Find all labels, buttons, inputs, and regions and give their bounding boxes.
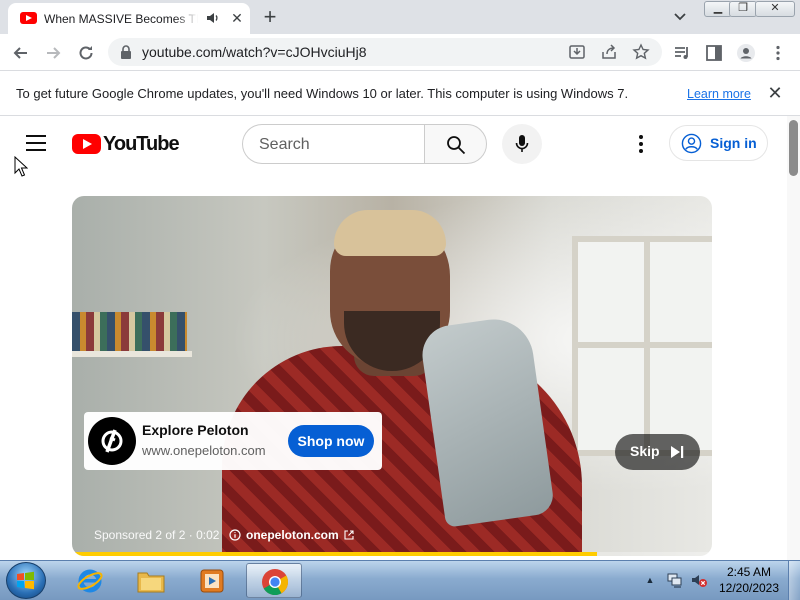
update-infobar: To get future Google Chrome updates, you… (0, 71, 800, 116)
search-placeholder: Search (259, 136, 310, 153)
skip-ad-button[interactable]: Skip (615, 434, 700, 470)
ad-progress-bar[interactable] (72, 552, 712, 556)
ad-time: 0:02 (196, 528, 220, 542)
window-close-button[interactable]: ✕ (755, 1, 795, 17)
start-button[interactable] (6, 562, 46, 599)
internet-explorer-icon (77, 569, 103, 593)
shop-now-button[interactable]: Shop now (288, 425, 374, 457)
search-input[interactable]: Search (242, 124, 424, 164)
tab-strip: When MASSIVE Becomes TINY ✕ + ▁ ❐ ✕ (0, 0, 800, 34)
share-icon[interactable] (600, 43, 618, 61)
media-controls-icon[interactable] (672, 43, 692, 63)
sign-in-label: Sign in (710, 135, 757, 151)
video-scene-window (572, 236, 712, 456)
system-clock[interactable]: 2:45 AM 12/20/2023 (716, 564, 782, 596)
learn-more-link[interactable]: Learn more (687, 86, 751, 103)
install-app-icon[interactable] (568, 43, 586, 61)
ad-title: Explore Peloton (142, 422, 249, 438)
search-button[interactable] (424, 124, 487, 164)
mouse-pointer-icon (14, 156, 28, 177)
youtube-favicon-icon (20, 12, 37, 24)
window-minimize-button[interactable]: ▁ (704, 1, 732, 17)
skip-label: Skip (630, 443, 660, 459)
info-icon[interactable] (229, 529, 241, 541)
search-icon (447, 136, 466, 155)
youtube-page: YouTube Search Sign in Explore Peloton w… (0, 116, 787, 560)
tab-search-chevron-icon[interactable] (672, 8, 688, 24)
bookmark-star-icon[interactable] (632, 43, 650, 61)
ad-separator: · (185, 528, 197, 542)
scrollbar-thumb[interactable] (789, 120, 798, 176)
network-icon[interactable] (666, 572, 684, 588)
show-desktop-button[interactable] (788, 561, 800, 600)
back-arrow-icon[interactable] (11, 43, 31, 63)
audio-playing-icon[interactable] (206, 11, 220, 25)
settings-more-icon[interactable] (630, 132, 652, 156)
infobar-close-icon[interactable]: ✕ (766, 83, 784, 103)
ad-domain: www.onepeloton.com (142, 443, 266, 458)
microphone-icon (515, 135, 529, 152)
clock-time: 2:45 AM (726, 565, 772, 579)
skip-next-icon (671, 446, 684, 458)
url-text: youtube.com/watch?v=cJOHvciuHj8 (142, 44, 367, 60)
guide-menu-icon[interactable] (26, 135, 46, 151)
profile-avatar-icon[interactable] (736, 43, 756, 63)
ad-progress-fill (72, 552, 597, 556)
new-tab-icon[interactable]: + (260, 6, 280, 28)
ad-overlay-card[interactable]: Explore Peloton www.onepeloton.com Shop … (84, 412, 382, 470)
windows-taskbar: ▲ 2:45 AM 12/20/2023 (0, 560, 800, 600)
taskbar-chrome[interactable] (246, 563, 302, 598)
video-player[interactable]: Explore Peloton www.onepeloton.com Shop … (72, 196, 712, 556)
taskbar-internet-explorer[interactable] (62, 563, 118, 598)
youtube-logo[interactable]: YouTube (72, 133, 180, 155)
video-scene-hair (334, 210, 446, 256)
volume-muted-icon[interactable] (690, 572, 708, 588)
file-explorer-icon (137, 572, 165, 593)
media-player-icon (200, 569, 224, 593)
window-restore-button[interactable]: ❐ (729, 1, 757, 17)
side-panel-icon[interactable] (704, 43, 724, 63)
sign-in-button[interactable]: Sign in (669, 125, 768, 161)
tab-close-icon[interactable]: ✕ (230, 11, 244, 25)
ad-url-link[interactable]: onepeloton.com (246, 527, 354, 543)
infobar-message: To get future Google Chrome updates, you… (16, 86, 629, 101)
screen: When MASSIVE Becomes TINY ✕ + ▁ ❐ ✕ (0, 0, 800, 600)
taskbar-file-explorer[interactable] (123, 563, 179, 598)
video-scene-books (72, 312, 187, 352)
windows-logo-icon (17, 571, 34, 590)
page-scrollbar[interactable] (787, 116, 800, 560)
reload-icon[interactable] (76, 43, 96, 63)
account-circle-icon (681, 133, 702, 154)
chrome-icon (262, 569, 289, 596)
voice-search-button[interactable] (502, 124, 542, 164)
external-link-icon (344, 530, 354, 540)
browser-tab[interactable]: When MASSIVE Becomes TINY ✕ (8, 3, 250, 34)
peloton-logo-icon (88, 417, 136, 465)
clock-date: 12/20/2023 (718, 581, 780, 595)
show-hidden-icons-icon[interactable]: ▲ (644, 574, 656, 586)
chrome-menu-icon[interactable] (768, 43, 788, 63)
browser-toolbar: youtube.com/watch?v=cJOHvciuHj8 (0, 34, 800, 71)
address-bar[interactable]: youtube.com/watch?v=cJOHvciuHj8 (108, 38, 662, 66)
ad-sponsored-info: Sponsored 2 of 2 · 0:02 (94, 527, 241, 543)
taskbar-media-player[interactable] (184, 563, 240, 598)
youtube-play-logo-icon (72, 134, 101, 154)
youtube-wordmark: YouTube (103, 133, 180, 155)
ad-url-text: onepeloton.com (246, 528, 339, 542)
ad-sponsored-label: Sponsored 2 of 2 (94, 528, 186, 542)
video-scene-shelf (72, 351, 192, 357)
forward-arrow-icon[interactable] (43, 43, 63, 63)
lock-icon[interactable] (120, 45, 132, 59)
tab-title: When MASSIVE Becomes TINY (44, 12, 198, 26)
